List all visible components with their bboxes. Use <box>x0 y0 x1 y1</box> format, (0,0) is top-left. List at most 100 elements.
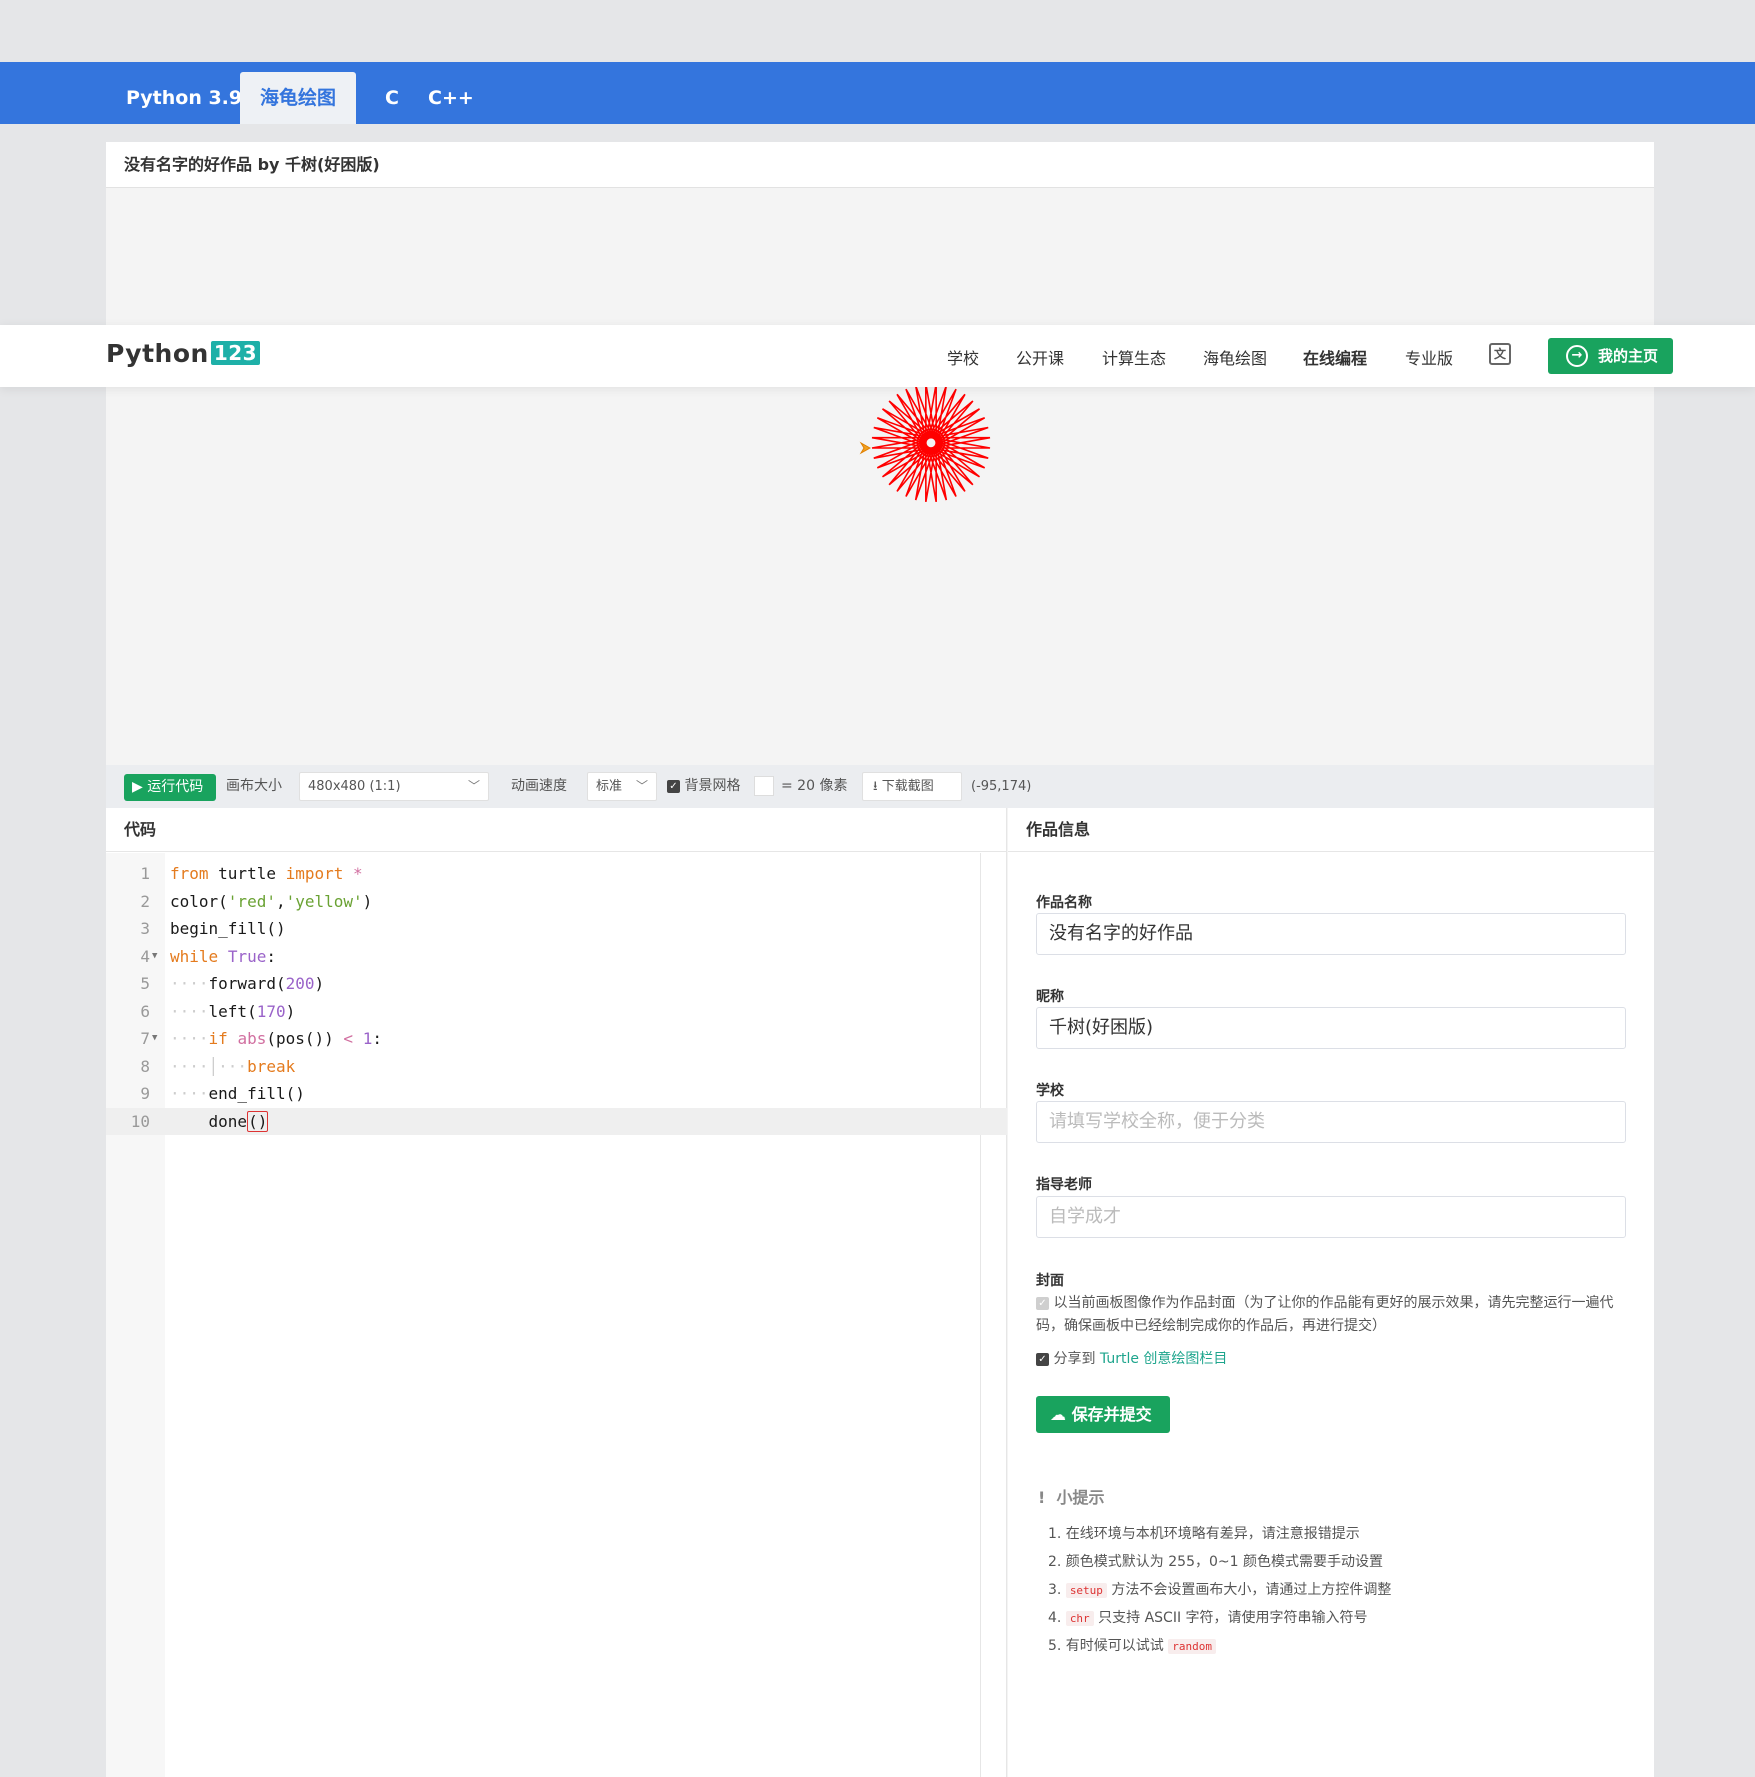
name-input[interactable]: 没有名字的好作品 <box>1036 913 1626 955</box>
site-logo[interactable]: Python 123 <box>106 339 261 368</box>
turtle-path <box>871 383 991 502</box>
save-submit-button[interactable]: ☁ 保存并提交 <box>1036 1396 1170 1433</box>
code-line[interactable]: 9 ····end_fill() <box>106 1080 1007 1108</box>
code-text: from turtle import * <box>170 864 363 883</box>
tip-item: 4. chr 只支持 ASCII 字符，请使用字符串输入符号 <box>1048 1607 1368 1627</box>
canvas-size-select[interactable]: 480x480 (1:1) ﹀ <box>299 772 489 801</box>
run-code-button[interactable]: ▶ 运行代码 <box>124 774 216 801</box>
nav-online-coding[interactable]: 在线编程 <box>1303 345 1367 369</box>
tab-turtle[interactable]: 海龟绘图 <box>240 72 357 124</box>
line-number: 9 <box>140 1084 150 1103</box>
tip-code: chr <box>1065 1611 1094 1626</box>
code-line[interactable]: 4 ▼ while True: <box>106 943 1007 971</box>
line-number: 8 <box>140 1056 150 1076</box>
tip-code: random <box>1168 1639 1217 1654</box>
play-icon: ▶ <box>132 779 143 795</box>
turtle-drawing <box>859 383 991 502</box>
my-home-label: 我的主页 <box>1598 347 1659 365</box>
code-line[interactable]: 7 ▼ ····if abs(pos()) < 1: <box>106 1025 1007 1053</box>
nav-ecosystem[interactable]: 计算生态 <box>1102 345 1166 369</box>
tip-item: 5. 有时候可以试试 random <box>1048 1635 1217 1655</box>
site-navbar: Python 123 学校 公开课 计算生态 海龟绘图 在线编程 专业版 文 → … <box>0 325 1755 387</box>
cover-text: 以当前画板图像作为作品封面（为了让你的作品能有更好的展示效果，请先完整运行一遍代… <box>1036 1295 1614 1334</box>
code-text: ····left(170) <box>170 1001 296 1021</box>
grid-label: 背景网格 <box>684 778 741 794</box>
teacher-input[interactable]: 自学成才 <box>1036 1196 1626 1238</box>
code-text: ····forward(200) <box>170 974 325 993</box>
info-panel-title: 作品信息 <box>1008 808 1654 852</box>
tip-text: 5. 有时候可以试试 <box>1048 1638 1164 1654</box>
code-line[interactable]: 2 color('red','yellow') <box>106 888 1007 916</box>
code-panel: 代码 1 from turtle import * 2 color('red',… <box>106 808 1007 1777</box>
code-text: ····end_fill() <box>170 1084 305 1103</box>
cover-option[interactable]: ✓ 以当前画板图像作为作品封面（为了让你的作品能有更好的展示效果，请先完整运行一… <box>1036 1292 1626 1338</box>
line-number: 7 <box>140 1029 150 1048</box>
tip-text: 只支持 ASCII 字符，请使用字符串输入符号 <box>1098 1610 1368 1626</box>
turtle-canvas[interactable] <box>106 188 1654 765</box>
translate-icon[interactable]: 文 <box>1489 343 1511 365</box>
language-tab-bar: Python 3.9 海龟绘图 C C++ <box>0 62 1755 124</box>
canvas-toolbar: ▶ 运行代码 画布大小 480x480 (1:1) ﹀ 动画速度 标准 ﹀ ✓ … <box>106 765 1654 808</box>
grid-toggle[interactable]: ✓ 背景网格 <box>667 765 740 808</box>
tab-cpp[interactable]: C++ <box>408 72 494 124</box>
turtle-cursor-icon <box>859 441 872 455</box>
tip-number: 3. <box>1048 1582 1062 1598</box>
share-option[interactable]: ✓ 分享到 Turtle 创意绘图栏目 <box>1036 1348 1227 1368</box>
code-line[interactable]: 8 ····│···break <box>106 1053 1007 1081</box>
school-input[interactable]: 请填写学校全称，便于分类 <box>1036 1101 1626 1143</box>
code-text: done() <box>170 1110 269 1132</box>
tab-python[interactable]: Python 3.9 <box>106 72 262 124</box>
code-text: ····│···break <box>170 1056 296 1076</box>
tip-number: 4. <box>1048 1610 1062 1626</box>
fold-arrow-icon[interactable]: ▼ <box>152 943 157 971</box>
chevron-down-icon: ﹀ <box>467 779 480 793</box>
grid-checkbox[interactable]: ✓ <box>667 780 680 793</box>
nav-school[interactable]: 学校 <box>947 345 979 369</box>
download-screenshot-button[interactable]: ⭳ 下载截图 <box>862 772 962 801</box>
cover-label: 封面 <box>1036 1273 1064 1289</box>
tip-item: 1. 在线环境与本机环境略有差异，请注意报错提示 <box>1048 1526 1360 1542</box>
code-line[interactable]: 3 begin_fill() <box>106 915 1007 943</box>
project-title: 没有名字的好作品 by 千树(好困版) <box>106 142 1654 188</box>
tip-item: 3. setup 方法不会设置画布大小，请通过上方控件调整 <box>1048 1579 1391 1599</box>
code-line[interactable]: 1 from turtle import * <box>106 860 1007 888</box>
nickname-label: 昵称 <box>1036 989 1064 1005</box>
code-text: color('red','yellow') <box>170 891 373 911</box>
line-number: 6 <box>140 1001 150 1021</box>
share-prefix: 分享到 <box>1053 1351 1096 1367</box>
share-link[interactable]: Turtle 创意绘图栏目 <box>1100 1351 1228 1367</box>
code-line[interactable]: 5 ····forward(200) <box>106 970 1007 998</box>
line-number: 2 <box>140 891 150 911</box>
save-submit-label: 保存并提交 <box>1071 1405 1152 1424</box>
info-panel: 作品信息 作品名称 没有名字的好作品 昵称 千树(好困版) 学校 请填写学校全称… <box>1008 808 1654 1777</box>
nickname-input[interactable]: 千树(好困版) <box>1036 1007 1626 1049</box>
editor-card: 没有名字的好作品 by 千树(好困版) ▶ 运行代码 画布大小 480x480 … <box>106 142 1654 1777</box>
speed-label: 动画速度 <box>511 778 567 794</box>
code-line[interactable]: 6 ····left(170) <box>106 998 1007 1026</box>
speed-value: 标准 <box>596 779 623 794</box>
speed-select[interactable]: 标准 ﹀ <box>587 772 657 801</box>
tip-code: setup <box>1065 1583 1107 1598</box>
chevron-down-icon: ﹀ <box>635 779 648 793</box>
tips-title: 小提示 <box>1056 1488 1105 1507</box>
cover-checkbox[interactable]: ✓ <box>1036 1297 1049 1310</box>
nav-open-course[interactable]: 公开课 <box>1016 345 1064 369</box>
nav-pro[interactable]: 专业版 <box>1405 345 1453 369</box>
line-number: 5 <box>140 974 150 993</box>
canvas-size-label: 画布大小 <box>226 778 282 794</box>
share-checkbox[interactable]: ✓ <box>1036 1353 1049 1366</box>
download-icon: ⭳ <box>873 779 878 794</box>
logo-text: Python <box>106 339 209 368</box>
line-number: 1 <box>140 864 150 883</box>
tip-text: 方法不会设置画布大小，请通过上方控件调整 <box>1111 1582 1392 1598</box>
cloud-upload-icon: ☁ <box>1050 1405 1066 1424</box>
login-arrow-icon: → <box>1566 345 1588 367</box>
school-label: 学校 <box>1036 1083 1064 1099</box>
grid-color-swatch[interactable] <box>754 776 774 796</box>
run-code-label: 运行代码 <box>147 779 204 795</box>
nav-turtle[interactable]: 海龟绘图 <box>1203 345 1267 369</box>
my-home-button[interactable]: → 我的主页 <box>1548 338 1673 374</box>
fold-arrow-icon[interactable]: ▼ <box>152 1025 157 1053</box>
code-line-active[interactable]: 10 done() <box>106 1107 1007 1135</box>
line-number: 3 <box>140 919 150 938</box>
